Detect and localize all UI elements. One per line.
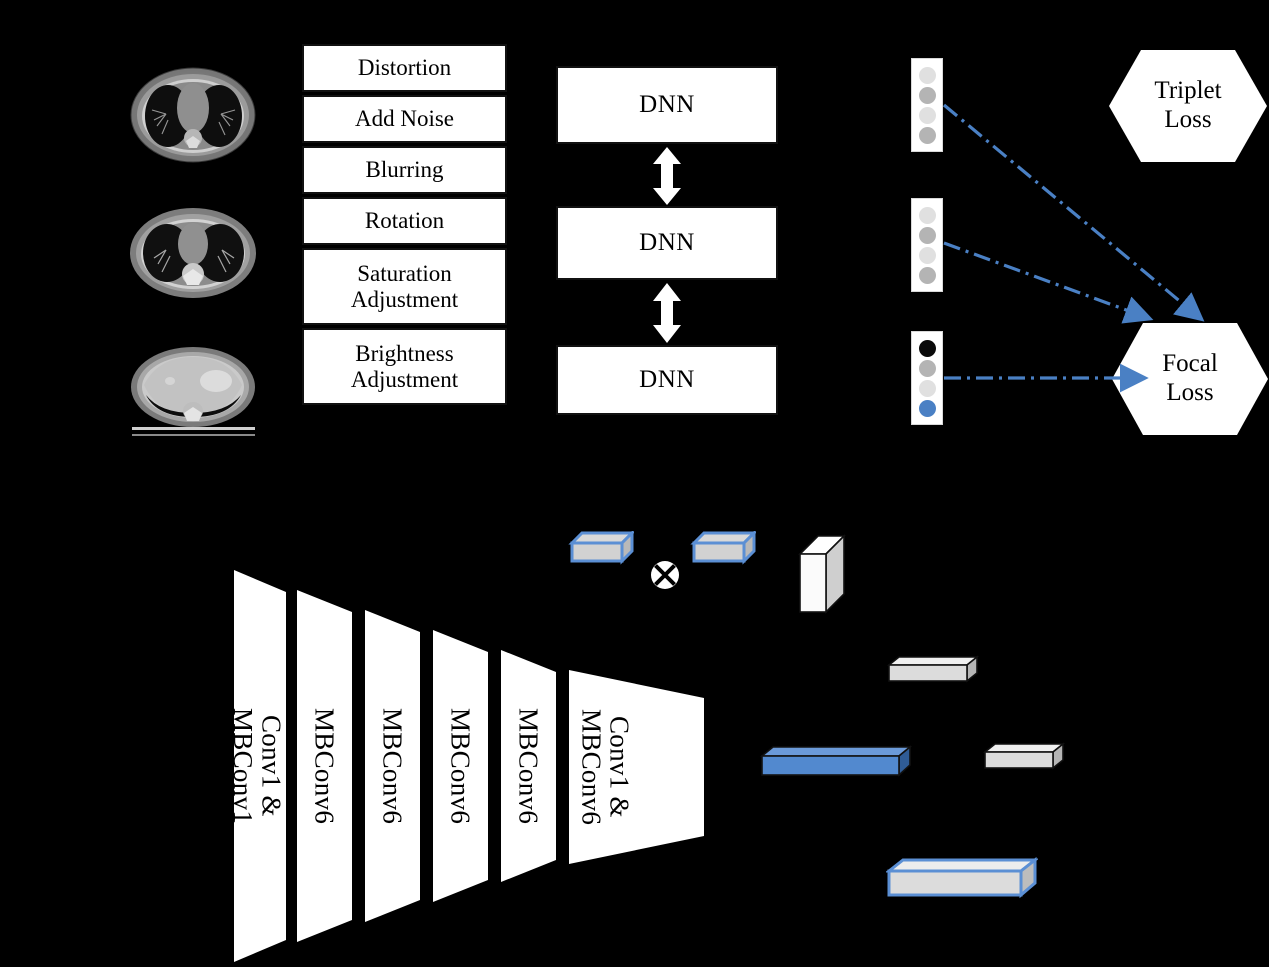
augmentation-item-brightness-adjustment[interactable]: Brightness Adjustment	[302, 328, 507, 405]
dnn-block-1[interactable]: DNN	[556, 66, 778, 144]
dnn-connector-arrow-2	[647, 283, 687, 343]
attention-tensor-left	[568, 529, 636, 567]
dnn-block-2[interactable]: DNN	[556, 206, 778, 280]
feature-dot	[918, 266, 936, 284]
backbone-stage-mbconv6-1[interactable]: MBConv6	[297, 590, 352, 942]
backbone-stage-mbconv6-4[interactable]: MBConv6	[501, 650, 556, 882]
feature-dot	[918, 246, 936, 264]
triplet-loss[interactable]: Triplet Loss	[1107, 48, 1269, 164]
backbone-stage-conv1-mbconv1[interactable]: Conv1 & MBConv1	[228, 570, 286, 962]
focal-loss[interactable]: Focal Loss	[1110, 321, 1269, 437]
head-bar-left-blue	[759, 745, 913, 779]
chest-ct-slice-3	[126, 337, 261, 442]
dnn-connector-arrow-1	[647, 147, 687, 205]
chest-ct-slice-2	[126, 196, 261, 306]
feature-dot	[918, 379, 936, 397]
focal-loss-line1: Focal	[1162, 350, 1218, 378]
feature-dot	[918, 226, 936, 244]
head-bar-top	[886, 655, 980, 685]
feature-dot	[918, 206, 936, 224]
backbone-stage-mbconv6-2[interactable]: MBConv6	[365, 610, 420, 922]
head-bar-bottom	[884, 856, 1040, 899]
feature-dot	[918, 399, 936, 417]
triplet-loss-line2: Loss	[1164, 106, 1212, 133]
feature-vector-1[interactable]	[911, 58, 943, 152]
augmentation-item-rotation[interactable]: Rotation	[302, 197, 507, 245]
feature-dot	[918, 66, 936, 84]
feature-dot	[918, 86, 936, 104]
figure-canvas: Distortion Add Noise Blurring Rotation S…	[0, 0, 1269, 965]
focal-loss-line2: Loss	[1166, 379, 1214, 406]
feature-dot	[918, 359, 936, 377]
feature-dot	[918, 106, 936, 124]
feature-vector-3[interactable]	[911, 331, 943, 425]
feature-vector-2[interactable]	[911, 198, 943, 292]
feature-dot	[918, 339, 936, 357]
augmentation-list: Distortion Add Noise Blurring Rotation S…	[302, 44, 507, 408]
augmentation-item-blurring[interactable]: Blurring	[302, 146, 507, 194]
feature-slab	[798, 534, 846, 616]
backbone-stage-conv1-mbconv6[interactable]: Conv1 & MBConv6	[569, 670, 704, 864]
arrow-vector2-to-focal-loss	[943, 241, 1154, 324]
backbone-stage-mbconv6-3[interactable]: MBConv6	[433, 630, 488, 902]
triplet-loss-line1: Triplet	[1154, 77, 1222, 105]
tensor-product-operator	[649, 559, 681, 591]
augmentation-item-add-noise[interactable]: Add Noise	[302, 95, 507, 143]
augmentation-item-distortion[interactable]: Distortion	[302, 44, 507, 92]
augmentation-item-saturation-adjustment[interactable]: Saturation Adjustment	[302, 248, 507, 325]
chest-ct-slice-1	[126, 58, 261, 168]
attention-tensor-right	[690, 529, 758, 567]
feature-dot	[918, 126, 936, 144]
dnn-block-3[interactable]: DNN	[556, 345, 778, 415]
head-bar-right	[982, 742, 1066, 772]
